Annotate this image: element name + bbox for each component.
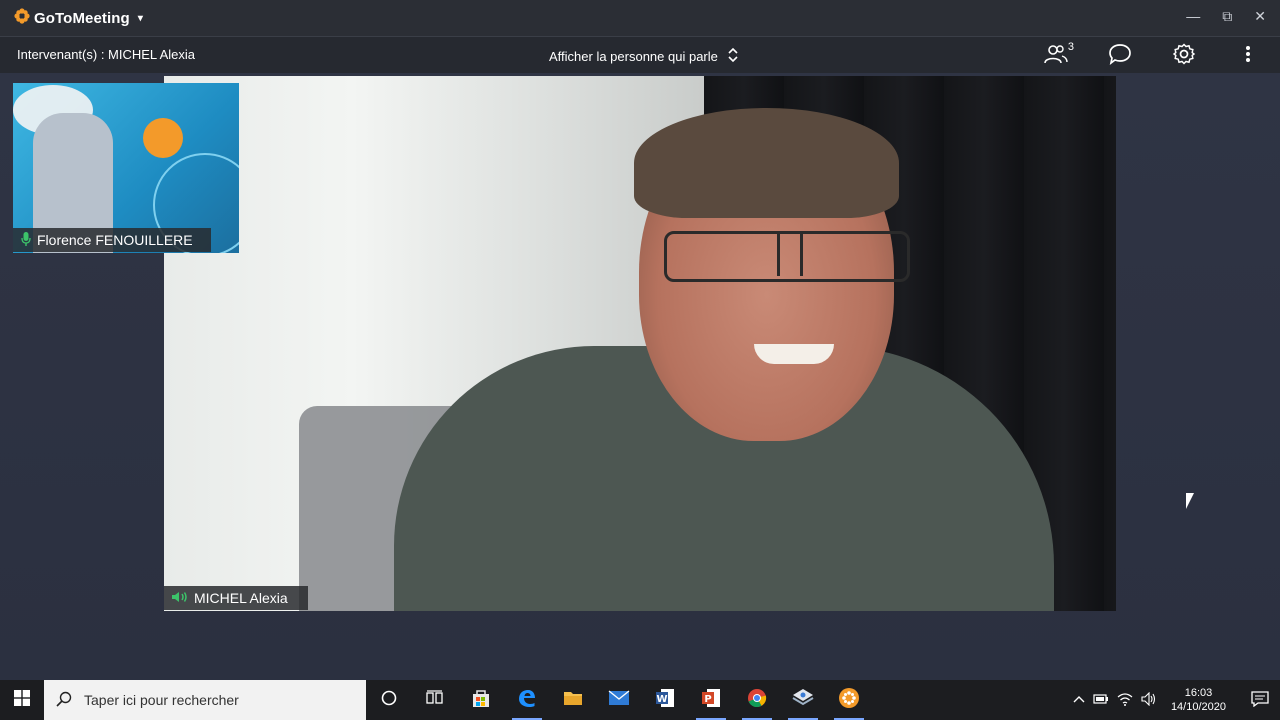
microphone-icon xyxy=(21,231,31,249)
video-person-glasses xyxy=(664,231,910,282)
chevron-up-icon[interactable] xyxy=(1073,694,1085,706)
main-speaker-label: MICHEL Alexia xyxy=(164,586,308,610)
thumbnail-participant-name: Florence FENOUILLERE xyxy=(37,232,193,248)
system-tray: 16:03 14/10/2020 xyxy=(1073,680,1280,720)
minimize-button[interactable]: — xyxy=(1186,8,1200,25)
wifi-icon[interactable] xyxy=(1117,692,1133,709)
app-icon xyxy=(792,688,814,713)
mail-button[interactable] xyxy=(596,680,642,720)
speaker-volume-icon xyxy=(172,590,188,606)
attendees-count: 3 xyxy=(1067,41,1074,53)
search-placeholder: Taper ici pour rechercher xyxy=(84,692,239,708)
word-button[interactable]: W xyxy=(642,680,688,720)
chrome-button[interactable] xyxy=(734,680,780,720)
gotomeeting-icon xyxy=(838,687,860,714)
gotomeeting-logo-icon xyxy=(14,8,30,28)
cortana-button[interactable] xyxy=(366,680,412,720)
word-icon: W xyxy=(655,688,675,713)
notification-center-button[interactable] xyxy=(1240,680,1280,720)
main-speaker-video[interactable] xyxy=(164,76,1116,611)
video-person-hair xyxy=(634,108,899,218)
edge-icon xyxy=(517,688,537,713)
task-view-icon xyxy=(426,689,444,711)
presenter-label: Intervenant(s) : MICHEL Alexia xyxy=(17,47,195,62)
svg-text:P: P xyxy=(704,694,711,705)
powerpoint-icon: P xyxy=(701,688,721,713)
start-button[interactable] xyxy=(0,680,44,720)
close-button[interactable]: ✕ xyxy=(1254,8,1266,25)
clock-date: 14/10/2020 xyxy=(1170,701,1226,713)
taskbar-apps: W P xyxy=(366,680,872,720)
notification-icon xyxy=(1251,690,1269,710)
task-view-button[interactable] xyxy=(412,680,458,720)
main-speaker-name: MICHEL Alexia xyxy=(194,590,288,606)
more-options-button[interactable] xyxy=(1234,41,1262,69)
brand-menu[interactable]: GoToMeeting ▾ xyxy=(14,8,143,28)
chat-button[interactable] xyxy=(1106,41,1134,69)
windows-taskbar: Taper ici pour rechercher W P 16:03 14/1… xyxy=(0,680,1280,720)
chevron-down-icon: ▾ xyxy=(137,12,143,24)
view-mode-label: Afficher la personne qui parle xyxy=(549,49,718,64)
svg-text:W: W xyxy=(656,694,667,705)
file-explorer-button[interactable] xyxy=(550,680,596,720)
store-icon xyxy=(471,688,491,713)
mouse-pointer-icon xyxy=(1186,493,1194,509)
title-bar: GoToMeeting ▾ — ⧉ ✕ xyxy=(0,0,1280,36)
battery-icon[interactable] xyxy=(1093,693,1109,707)
more-vertical-icon xyxy=(1245,45,1251,66)
toolbar-actions: 3 xyxy=(1042,41,1262,69)
gear-icon xyxy=(1172,42,1196,68)
thumbnail-label: Florence FENOUILLERE xyxy=(13,228,211,252)
edge-button[interactable] xyxy=(504,680,550,720)
view-mode-select[interactable]: Afficher la personne qui parle xyxy=(549,47,738,66)
search-icon xyxy=(56,691,72,710)
cortana-icon xyxy=(381,690,397,711)
store-button[interactable] xyxy=(458,680,504,720)
clock-time: 16:03 xyxy=(1184,687,1213,699)
gotomeeting-button[interactable] xyxy=(826,680,872,720)
taskbar-clock[interactable]: 16:03 14/10/2020 xyxy=(1171,686,1226,714)
video-person-smile xyxy=(754,344,834,364)
mail-icon xyxy=(608,689,630,711)
app-button[interactable] xyxy=(780,680,826,720)
meeting-toolbar: Intervenant(s) : MICHEL Alexia Afficher … xyxy=(0,36,1280,73)
restore-button[interactable]: ⧉ xyxy=(1222,8,1232,25)
chrome-icon xyxy=(747,688,767,713)
attendees-button[interactable]: 3 xyxy=(1042,41,1074,69)
window-controls: — ⧉ ✕ xyxy=(1186,8,1266,25)
app-title: GoToMeeting xyxy=(34,9,130,27)
chat-icon xyxy=(1108,43,1132,68)
settings-button[interactable] xyxy=(1170,41,1198,69)
powerpoint-button[interactable]: P xyxy=(688,680,734,720)
folder-icon xyxy=(563,689,583,712)
chevron-updown-icon xyxy=(728,47,738,66)
volume-icon[interactable] xyxy=(1141,691,1157,709)
windows-logo-icon xyxy=(14,689,30,711)
attendees-icon xyxy=(1044,44,1068,67)
taskbar-search-box[interactable]: Taper ici pour rechercher xyxy=(44,680,366,720)
